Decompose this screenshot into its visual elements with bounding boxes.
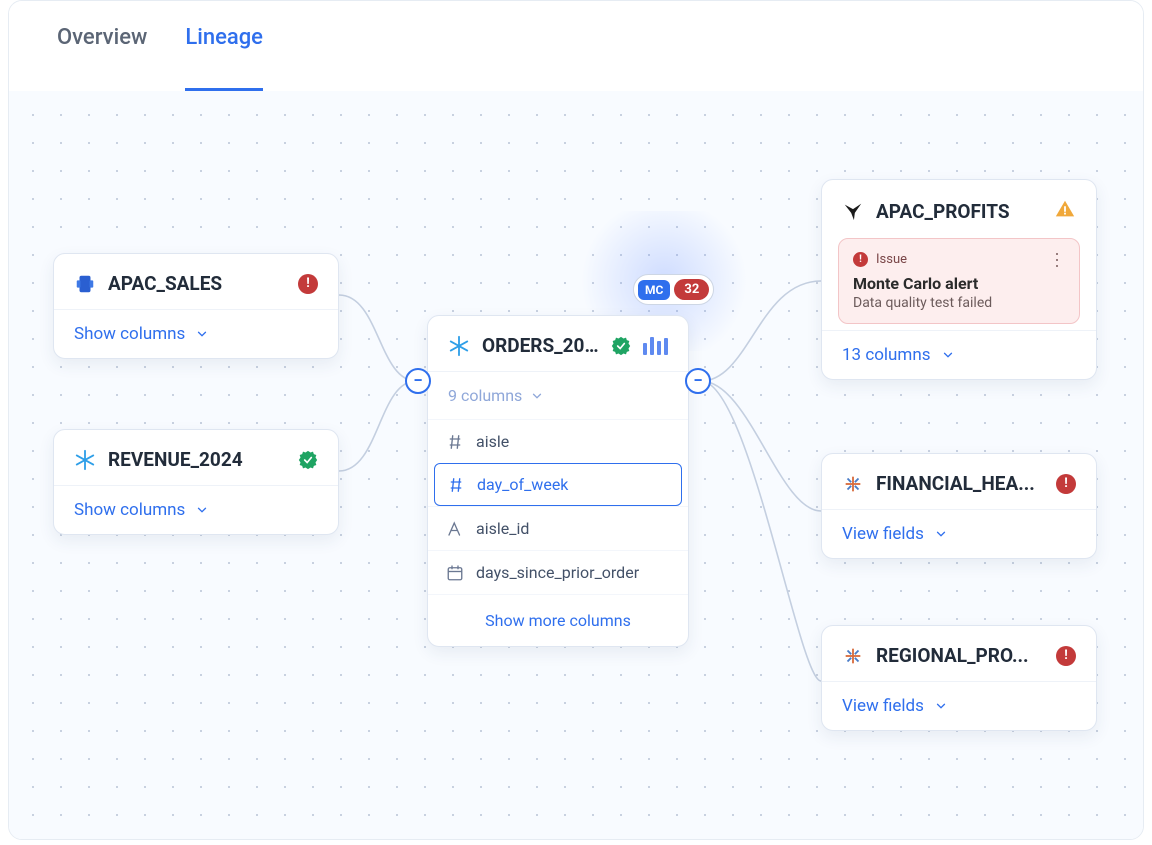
snowflake-icon [448, 335, 470, 357]
view-fields-button[interactable]: View fields [822, 681, 1096, 730]
view-fields-button[interactable]: View fields [822, 509, 1096, 558]
hash-icon [446, 433, 464, 451]
column-item[interactable]: aisle_id [428, 506, 688, 550]
column-item[interactable]: aisle [428, 419, 688, 463]
column-list: 9 columns aisle day_of_week aisle_id [428, 371, 688, 646]
column-item-selected[interactable]: day_of_week [434, 463, 682, 506]
port-right[interactable]: − [685, 368, 711, 394]
mc-count: 32 [674, 279, 709, 300]
node-regional[interactable]: REGIONAL_PRO... ! View fields [821, 625, 1097, 731]
tabs-bar: Overview Lineage [9, 1, 1143, 91]
chevron-down-icon [941, 348, 955, 362]
node-title: APAC_SALES [108, 272, 286, 295]
columns-toggle[interactable]: 13 columns [822, 330, 1096, 379]
tab-lineage[interactable]: Lineage [185, 25, 263, 91]
node-title: ORDERS_2023 [482, 334, 599, 357]
verified-icon [298, 450, 318, 470]
bars-icon [643, 337, 668, 355]
node-title: APAC_PROFITS [876, 200, 1042, 223]
calendar-icon [446, 564, 464, 582]
chevron-down-icon [195, 503, 209, 517]
snowflake-icon [74, 449, 96, 471]
node-title: REGIONAL_PRO... [876, 644, 1044, 667]
node-apac-profits[interactable]: APAC_PROFITS ! Issue ⋯ Monte Carlo alert… [821, 179, 1097, 380]
bird-icon [842, 200, 864, 222]
column-count-toggle[interactable]: 9 columns [428, 372, 688, 419]
issue-title: Monte Carlo alert [853, 274, 1065, 293]
node-title: FINANCIAL_HEA... [876, 472, 1044, 495]
error-icon: ! [1056, 646, 1076, 666]
show-columns-button[interactable]: Show columns [54, 309, 338, 358]
chevron-down-icon [195, 327, 209, 341]
lineage-canvas[interactable]: APAC_SALES ! Show columns REVENUE_2024 S… [9, 91, 1143, 839]
issue-subtitle: Data quality test failed [853, 295, 1065, 311]
error-icon: ! [853, 252, 868, 267]
more-icon[interactable]: ⋯ [1046, 251, 1067, 268]
mc-label: MC [638, 280, 670, 300]
verified-icon [611, 336, 631, 356]
show-more-columns-button[interactable]: Show more columns [428, 594, 688, 646]
error-icon: ! [298, 274, 318, 294]
hash-icon [447, 476, 465, 494]
tableau-icon [842, 645, 864, 667]
node-title: REVENUE_2024 [108, 448, 286, 471]
chevron-down-icon [934, 699, 948, 713]
node-financial[interactable]: FINANCIAL_HEA... ! View fields [821, 453, 1097, 559]
app-frame: Overview Lineage APAC_SALES ! Show colum… [8, 0, 1144, 840]
warning-icon [1054, 198, 1076, 224]
column-item[interactable]: days_since_prior_order [428, 550, 688, 594]
node-revenue-2024[interactable]: REVENUE_2024 Show columns [53, 429, 339, 535]
issue-card[interactable]: ! Issue ⋯ Monte Carlo alert Data quality… [838, 238, 1080, 324]
chevron-down-icon [530, 389, 544, 403]
error-icon: ! [1056, 474, 1076, 494]
issue-label: Issue [876, 252, 907, 267]
node-orders-2023[interactable]: ORDERS_2023 9 columns aisle [427, 315, 689, 647]
show-columns-button[interactable]: Show columns [54, 485, 338, 534]
node-apac-sales[interactable]: APAC_SALES ! Show columns [53, 253, 339, 359]
redshift-icon [74, 273, 96, 295]
port-left[interactable]: − [405, 368, 431, 394]
text-icon [446, 520, 464, 538]
tab-overview[interactable]: Overview [57, 25, 147, 91]
chevron-down-icon [934, 527, 948, 541]
mc-badge[interactable]: MC 32 [633, 274, 714, 305]
tableau-icon [842, 473, 864, 495]
